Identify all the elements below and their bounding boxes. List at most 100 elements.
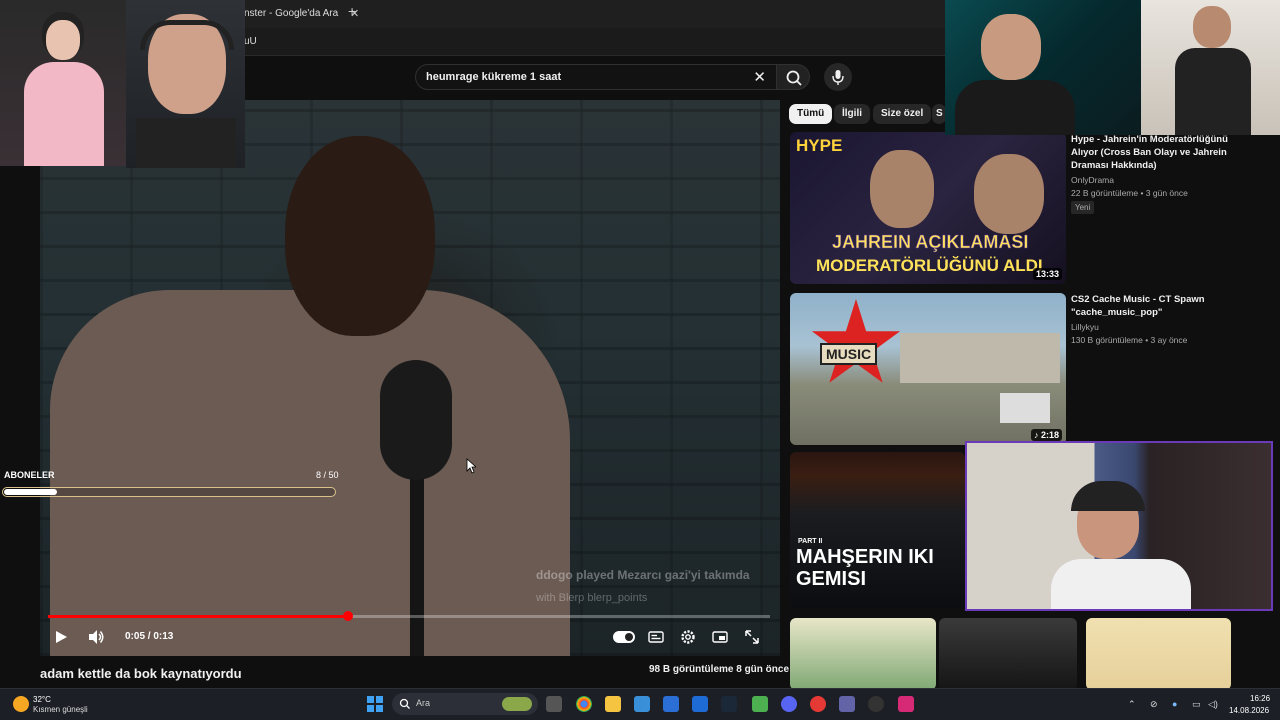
start-button[interactable] bbox=[367, 696, 383, 712]
play-button[interactable] bbox=[52, 627, 70, 647]
recommendation-thumbnail[interactable] bbox=[1086, 618, 1231, 690]
tray-icon[interactable]: ⊘ bbox=[1150, 699, 1158, 710]
new-badge: Yeni bbox=[1071, 201, 1095, 214]
clock-time[interactable]: 16:26 bbox=[1250, 694, 1270, 703]
recommendation-thumbnail[interactable] bbox=[790, 618, 936, 690]
webcam-overlay bbox=[0, 0, 126, 166]
steam-icon[interactable] bbox=[721, 696, 737, 712]
search-input[interactable]: heumrage kükreme 1 saat ✕ bbox=[415, 64, 777, 90]
recommendation-channel[interactable]: OnlyDrama bbox=[1071, 175, 1114, 185]
recommendation-thumbnail[interactable]: PART II MAHŞERIN IKI GEMISI bbox=[790, 452, 965, 608]
app-icon[interactable] bbox=[634, 696, 650, 712]
taskbar-search-placeholder: Ara bbox=[416, 698, 431, 708]
subscriber-goal-count: 8 / 50 bbox=[316, 470, 339, 480]
subtitles-button[interactable] bbox=[647, 627, 665, 647]
thumbnail-face bbox=[870, 150, 934, 228]
search-query[interactable]: heumrage kükreme 1 saat bbox=[426, 71, 561, 83]
recommendation-stats: 130 B görüntüleme • 3 ay önce bbox=[1071, 335, 1188, 345]
video-person-head bbox=[285, 136, 435, 336]
volume-icon bbox=[89, 630, 104, 644]
recommendation-title[interactable]: Hype - Jahrein'in Moderatörlüğünü Alıyor… bbox=[1071, 133, 1247, 172]
alert-overlay-text: ddogo played Mezarcı gazi'yi takımda bbox=[536, 568, 750, 582]
video-progress-bar[interactable] bbox=[48, 611, 770, 621]
weather-temperature[interactable]: 32°C bbox=[33, 695, 51, 704]
webcam-person-face bbox=[1193, 6, 1231, 48]
play-icon bbox=[56, 631, 67, 643]
chip-all[interactable]: Tümü bbox=[789, 104, 833, 124]
video-title: adam kettle da bok kaynatıyordu bbox=[40, 666, 242, 681]
url-text[interactable]: uU bbox=[244, 36, 257, 47]
subscriber-goal-bar bbox=[2, 487, 336, 497]
webcam-overlay bbox=[1141, 0, 1280, 135]
gear-icon bbox=[681, 630, 695, 644]
thumbnail-van bbox=[1000, 393, 1050, 423]
chip-for-you[interactable]: Size özel bbox=[873, 104, 932, 124]
taskbar-search[interactable]: Ara bbox=[392, 693, 538, 715]
fullscreen-icon bbox=[745, 630, 759, 644]
webcam-person-face bbox=[46, 20, 80, 60]
task-view-icon[interactable] bbox=[546, 696, 562, 712]
webcam-person-body bbox=[1051, 559, 1191, 609]
headphones-icon bbox=[140, 20, 234, 50]
subtitles-icon bbox=[648, 631, 664, 643]
webcam-person-body bbox=[136, 118, 236, 168]
webcam-overlay bbox=[945, 0, 1141, 135]
clock-date[interactable]: 14.08.2026 bbox=[1229, 706, 1269, 715]
network-icon[interactable]: ▭ bbox=[1192, 699, 1201, 710]
obs-icon[interactable] bbox=[868, 696, 884, 712]
recommendation-thumbnail[interactable]: HYPE JAHREIN AÇIKLAMASI MODERATÖRLÜĞÜNÜ … bbox=[790, 132, 1066, 284]
minecraft-icon[interactable] bbox=[752, 696, 768, 712]
webcam-overlay bbox=[965, 441, 1273, 611]
video-meta: 98 B görüntüleme 8 gün önce bbox=[649, 664, 790, 675]
speaker-icon[interactable]: ◁) bbox=[1208, 699, 1218, 710]
search-icon bbox=[786, 70, 802, 86]
recommendation-title[interactable]: CS2 Cache Music - CT Spawn "cache_music_… bbox=[1071, 293, 1247, 319]
search-button[interactable] bbox=[776, 64, 810, 90]
webcam-overlay bbox=[126, 0, 245, 168]
teams-icon[interactable] bbox=[839, 696, 855, 712]
video-progress-scrubber[interactable] bbox=[342, 611, 353, 621]
thumbnail-caption: MAHŞERIN IKI bbox=[796, 546, 934, 568]
thumbnail-label: MUSIC bbox=[820, 343, 878, 365]
video-player[interactable]: ddogo played Mezarcı gazi'yi takımda wit… bbox=[40, 100, 780, 656]
voice-search-button[interactable] bbox=[824, 63, 852, 91]
webcam-person-body bbox=[955, 80, 1075, 135]
file-explorer-icon[interactable] bbox=[605, 696, 621, 712]
chrome-icon[interactable] bbox=[576, 696, 592, 712]
recommendation-stats: 22 B görüntüleme • 3 gün önce bbox=[1071, 188, 1188, 198]
webcam-person-face bbox=[981, 14, 1041, 80]
volume-button[interactable] bbox=[86, 627, 106, 647]
new-tab-button[interactable]: + bbox=[348, 3, 362, 19]
recommendation-thumbnail[interactable]: MUSIC ♪ 2:18 bbox=[790, 293, 1066, 445]
store-icon[interactable] bbox=[663, 696, 679, 712]
discord-icon[interactable] bbox=[781, 696, 797, 712]
recommendation-thumbnail[interactable] bbox=[939, 618, 1077, 690]
webcam-person-body bbox=[24, 62, 104, 166]
miniplayer-button[interactable] bbox=[711, 627, 729, 647]
settings-button[interactable] bbox=[679, 627, 697, 647]
autoplay-toggle[interactable] bbox=[613, 631, 635, 643]
subscriber-goal-label: ABONELER bbox=[4, 470, 55, 480]
browser-tab[interactable]: nster - Google'da Ara bbox=[236, 4, 366, 26]
clear-search-icon[interactable]: ✕ bbox=[753, 68, 766, 86]
thumbnail-brand: HYPE bbox=[796, 136, 843, 155]
search-highlight-icon bbox=[502, 697, 532, 711]
media-player-icon[interactable] bbox=[810, 696, 826, 712]
video-duration: ♪ 2:18 bbox=[1030, 429, 1062, 441]
video-time: 0:05 / 0:13 bbox=[125, 631, 174, 642]
thumbnail-caption: MODERATÖRLÜĞÜNÜ ALDI bbox=[816, 256, 1043, 275]
video-mic-stand bbox=[410, 470, 424, 656]
chip-more[interactable]: S bbox=[932, 104, 946, 124]
weather-icon[interactable] bbox=[13, 696, 29, 712]
weather-description[interactable]: Kısmen güneşli bbox=[33, 705, 88, 714]
instagram-icon[interactable] bbox=[898, 696, 914, 712]
microphone-icon bbox=[832, 70, 844, 85]
tray-mic-icon[interactable]: ● bbox=[1172, 699, 1177, 709]
fullscreen-button[interactable] bbox=[743, 627, 761, 647]
chip-related[interactable]: İlgili bbox=[834, 104, 870, 124]
mail-icon[interactable] bbox=[692, 696, 708, 712]
thumbnail-building bbox=[900, 333, 1060, 383]
recommendation-channel[interactable]: Lillykyu bbox=[1071, 322, 1099, 332]
tray-expand-icon[interactable]: ⌃ bbox=[1128, 699, 1136, 710]
video-duration: 13:33 bbox=[1032, 268, 1062, 280]
